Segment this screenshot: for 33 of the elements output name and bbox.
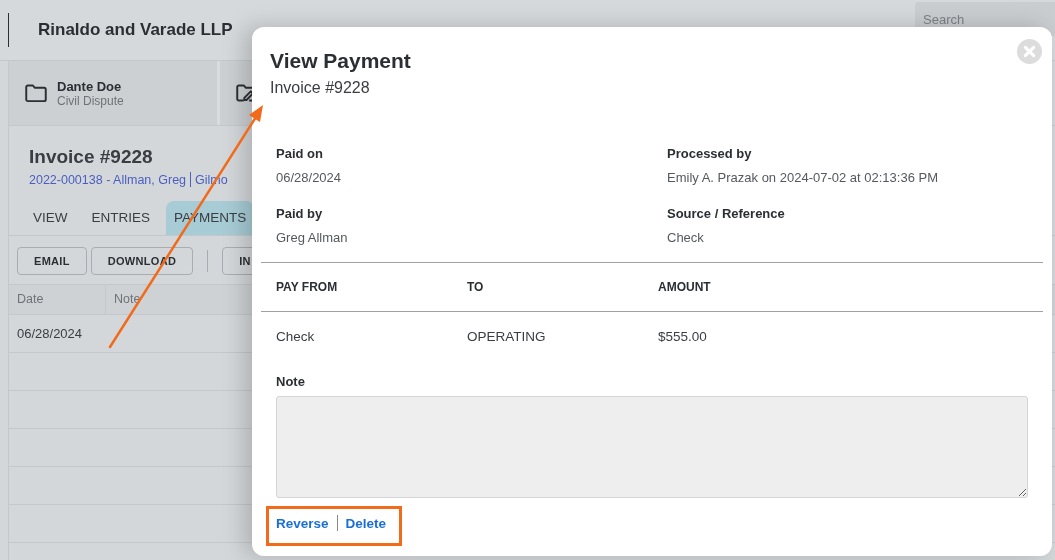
invoice-title: Invoice #9228 [29,146,153,168]
tab[interactable]: VIEW [25,201,76,235]
column-header: Date [9,285,106,314]
close-icon[interactable] [1017,39,1042,64]
matter-tab[interactable]: Dante Doe Civil Dispute [9,61,220,125]
action-link[interactable]: Reverse [276,515,329,531]
matter-type: Civil Dispute [57,93,124,108]
table-cell-text: $555.00 [658,328,708,344]
matter-name: Dante Doe [57,78,123,94]
dialog-title: View Payment [270,49,411,73]
column-header: AMOUNT [658,280,712,294]
detail-label: Paid on [276,146,324,161]
toolbar-button[interactable]: EMAIL [17,247,87,275]
detail-value: 06/28/2024 [276,170,343,185]
matter-link[interactable]: 2022-000138 - Allman, Greg [29,172,187,187]
column-header: TO [467,280,485,294]
detail-label: Processed by [667,146,753,161]
detail-value: Greg Allman [276,230,349,245]
table-cell-text: OPERATING [467,328,547,344]
action-link[interactable]: Delete [345,515,387,531]
table-cell-text: 06/28/2024 [16,326,83,341]
detail-value: Check [667,230,705,245]
column-header: PAY FROM [276,280,339,294]
detail-label: Source / Reference [667,206,786,221]
note-label: Note [276,374,306,389]
detail-label: Paid by [276,206,324,221]
note-field[interactable] [276,396,1028,498]
detail-value: Emily A. Prazak on 2024-07-02 at 02:13:36 PM [667,170,939,185]
dialog-subtitle: Invoice #9228 [270,79,370,97]
column-header: Note [113,291,142,308]
firm-name: Rinaldo and Varade LLP [38,20,233,40]
tab[interactable]: ENTRIES [83,201,159,235]
table-cell-text: Check [276,328,316,344]
